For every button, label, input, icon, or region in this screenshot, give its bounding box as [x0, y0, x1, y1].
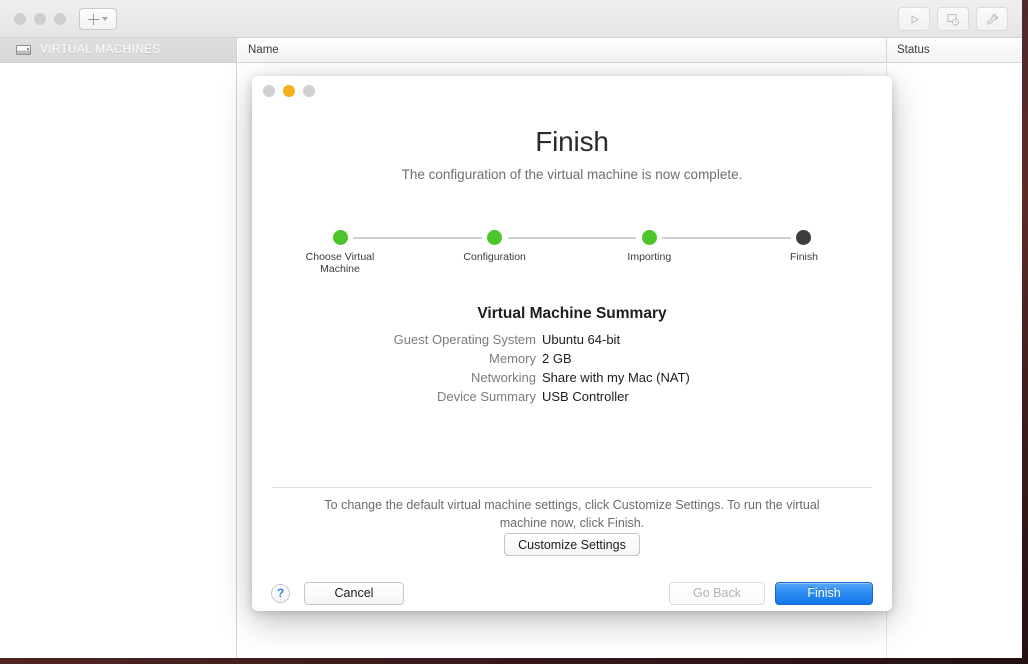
column-header-name[interactable]: Name — [238, 38, 886, 62]
summary-row: Guest Operating System Ubuntu 64-bit — [252, 332, 892, 347]
step-dot-current — [796, 230, 812, 245]
summary-value: Share with my Mac (NAT) — [542, 370, 690, 385]
summary-row: Networking Share with my Mac (NAT) — [252, 370, 892, 385]
step-label: Configuration — [463, 251, 526, 263]
window-close-button[interactable] — [14, 13, 26, 25]
add-virtual-machine-button[interactable] — [79, 8, 117, 30]
cancel-button[interactable]: Cancel — [304, 581, 404, 605]
summary-heading: Virtual Machine Summary — [477, 305, 667, 322]
summary-rows: Guest Operating System Ubuntu 64-bit Mem… — [252, 332, 892, 404]
stepper-track — [340, 237, 804, 239]
customize-settings-row: Customize Settings — [252, 533, 892, 556]
play-icon — [911, 14, 919, 24]
summary-label: Guest Operating System — [393, 332, 536, 347]
dialog-zoom-button[interactable] — [303, 85, 315, 97]
window-traffic-lights — [14, 13, 66, 25]
snapshot-icon — [947, 13, 959, 25]
dialog-subtitle: The configuration of the virtual machine… — [401, 167, 743, 182]
sidebar-section-title: VIRTUAL MACHINES — [40, 44, 161, 56]
summary-label: Device Summary — [437, 389, 536, 404]
help-button[interactable]: ? — [271, 583, 290, 603]
window-minimize-button[interactable] — [34, 13, 46, 25]
stepper-connector — [507, 237, 637, 239]
virtual-machine-icon — [16, 45, 31, 55]
stepper-connector — [662, 237, 792, 239]
window-zoom-button[interactable] — [54, 13, 66, 25]
dialog-action-bar: ? Cancel Go Back Finish — [252, 576, 892, 610]
snapshot-button[interactable] — [937, 7, 969, 31]
summary-value: Ubuntu 64-bit — [542, 332, 621, 347]
summary-value: USB Controller — [542, 389, 629, 404]
dialog-titlebar — [252, 76, 892, 104]
step-label: Finish — [789, 251, 818, 263]
sidebar: VIRTUAL MACHINES — [0, 38, 237, 658]
column-header-status[interactable]: Status — [886, 38, 1022, 62]
toolbar-actions — [898, 7, 1008, 31]
chevron-down-icon — [102, 17, 108, 21]
dialog-close-button[interactable] — [263, 85, 275, 97]
plus-icon — [88, 13, 99, 25]
summary-label: Memory — [489, 351, 536, 366]
customize-settings-button[interactable]: Customize Settings — [504, 533, 640, 556]
new-virtual-machine-dialog: Finish The configuration of the virtual … — [252, 76, 892, 611]
finish-button[interactable]: Finish — [775, 581, 873, 605]
dialog-title: Finish — [535, 126, 609, 157]
summary-row: Device Summary USB Controller — [252, 389, 892, 404]
dialog-traffic-lights — [263, 85, 315, 97]
dialog-footer-note: To change the default virtual machine se… — [324, 498, 820, 530]
summary-value: 2 GB — [542, 351, 572, 366]
dialog-minimize-button[interactable] — [283, 85, 295, 97]
window-toolbar — [0, 0, 1022, 38]
step-label: Choose Virtual Machine — [305, 251, 375, 275]
stepper-connector — [353, 237, 482, 239]
step-dot-done — [332, 230, 348, 245]
step-dot-done — [487, 230, 503, 245]
dialog-divider — [272, 487, 872, 488]
settings-button[interactable] — [976, 7, 1008, 31]
wrench-icon — [986, 13, 998, 25]
play-button[interactable] — [898, 7, 930, 31]
wizard-stepper: Choose Virtual Machine Configuration Imp… — [304, 221, 840, 275]
summary-row: Memory 2 GB — [252, 351, 892, 366]
sidebar-section-header: VIRTUAL MACHINES — [0, 38, 236, 63]
virtual-machine-summary: Virtual Machine Summary Guest Operating … — [252, 305, 892, 404]
summary-label: Networking — [470, 370, 536, 385]
step-dot-done — [641, 230, 657, 245]
list-table-header: Name Status — [238, 38, 1022, 63]
step-label: Importing — [627, 251, 672, 263]
vmware-fusion-window: VIRTUAL MACHINES Name Status Finish The … — [0, 0, 1022, 658]
go-back-button[interactable]: Go Back — [669, 581, 765, 605]
